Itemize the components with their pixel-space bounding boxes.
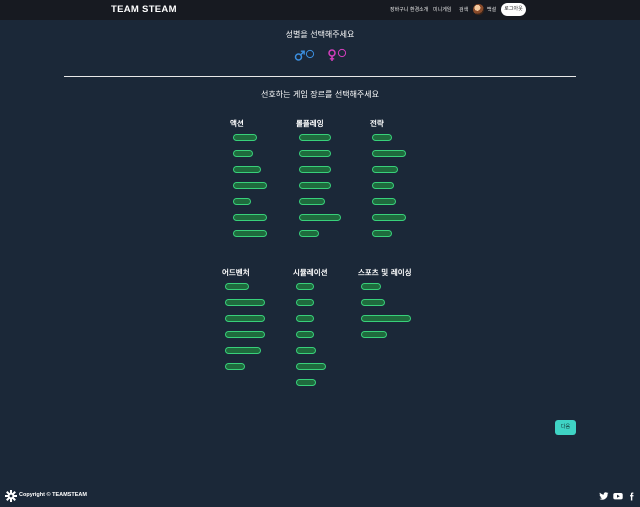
genre-tag-button[interactable] <box>299 182 331 189</box>
section-divider <box>64 76 576 77</box>
genre-tag-button[interactable] <box>296 347 316 354</box>
nav-minigame[interactable]: 미니게임 <box>433 6 451 13</box>
genre-tag-button[interactable] <box>233 230 267 237</box>
footer-copyright: Copyright © TEAMSTEAM <box>19 492 87 498</box>
genre-tag-button[interactable] <box>299 134 331 141</box>
avatar[interactable] <box>473 4 484 15</box>
top-navigation-bar: TEAM STEAM 장바구니 환경 소개 미니게임 검색 백설 로그아웃 <box>0 0 640 20</box>
brand-logo[interactable]: TEAM STEAM <box>111 4 177 15</box>
genre-tag-button[interactable] <box>372 214 406 221</box>
genre-tag-button[interactable] <box>225 315 265 322</box>
genre-title-strategy: 전략 <box>370 119 384 128</box>
next-button[interactable]: 다음 <box>555 420 576 435</box>
facebook-icon[interactable] <box>627 491 637 501</box>
gender-section-title: 성별을 선택해주세요 <box>285 30 355 39</box>
genre-tag-button[interactable] <box>372 166 398 173</box>
genre-tag-button[interactable] <box>233 134 257 141</box>
genre-tag-button[interactable] <box>225 347 261 354</box>
female-option[interactable] <box>327 48 349 62</box>
nav-about[interactable]: 소개 <box>419 6 428 13</box>
genre-tag-button[interactable] <box>299 198 325 205</box>
genre-tag-button[interactable] <box>296 331 314 338</box>
genre-tag-button[interactable] <box>296 379 316 386</box>
genre-tag-button[interactable] <box>296 283 314 290</box>
male-option[interactable] <box>294 48 316 62</box>
genre-tag-button[interactable] <box>361 283 381 290</box>
genre-tag-button[interactable] <box>225 331 265 338</box>
genre-title-simulation: 시뮬레이션 <box>293 268 328 277</box>
female-icon <box>328 49 336 61</box>
genre-tag-button[interactable] <box>361 315 411 322</box>
genre-tag-button[interactable] <box>225 363 245 370</box>
twitter-icon[interactable] <box>599 491 609 501</box>
genre-tag-button[interactable] <box>361 331 387 338</box>
genre-tag-button[interactable] <box>372 182 394 189</box>
genre-tag-button[interactable] <box>233 198 251 205</box>
logout-button[interactable]: 로그아웃 <box>501 3 526 16</box>
genre-tag-button[interactable] <box>233 182 267 189</box>
username[interactable]: 백설 <box>487 6 496 13</box>
genre-tag-button[interactable] <box>372 198 396 205</box>
genre-title-sports-racing: 스포츠 및 레이싱 <box>358 268 412 277</box>
youtube-icon[interactable] <box>613 491 623 501</box>
genre-tag-button[interactable] <box>299 214 341 221</box>
nav-cart[interactable]: 장바구니 환경 <box>390 6 419 13</box>
genre-tag-button[interactable] <box>225 299 265 306</box>
genre-tag-button[interactable] <box>233 166 261 173</box>
genre-title-adventure: 어드벤처 <box>222 268 250 277</box>
genre-tag-button[interactable] <box>299 230 319 237</box>
female-radio[interactable] <box>337 48 347 58</box>
genre-tag-button[interactable] <box>296 299 314 306</box>
genre-title-action: 액션 <box>230 119 244 128</box>
genre-title-roleplaying: 롤플레잉 <box>296 119 324 128</box>
genre-tag-button[interactable] <box>372 230 392 237</box>
genre-tag-button[interactable] <box>372 134 392 141</box>
genre-tag-button[interactable] <box>299 166 331 173</box>
genre-tag-button[interactable] <box>296 363 326 370</box>
nav-search[interactable]: 검색 <box>459 6 468 13</box>
male-radio[interactable] <box>305 49 315 59</box>
genre-tag-button[interactable] <box>225 283 249 290</box>
genre-tag-button[interactable] <box>361 299 385 306</box>
genre-tag-button[interactable] <box>296 315 314 322</box>
genre-tag-button[interactable] <box>233 214 267 221</box>
genre-tag-button[interactable] <box>299 150 331 157</box>
genre-tag-button[interactable] <box>372 150 406 157</box>
male-icon <box>294 50 305 61</box>
genre-tag-button[interactable] <box>233 150 253 157</box>
gear-logo-icon <box>5 490 17 502</box>
genre-section-title: 선호하는 게임 장르를 선택해주세요 <box>260 90 380 99</box>
